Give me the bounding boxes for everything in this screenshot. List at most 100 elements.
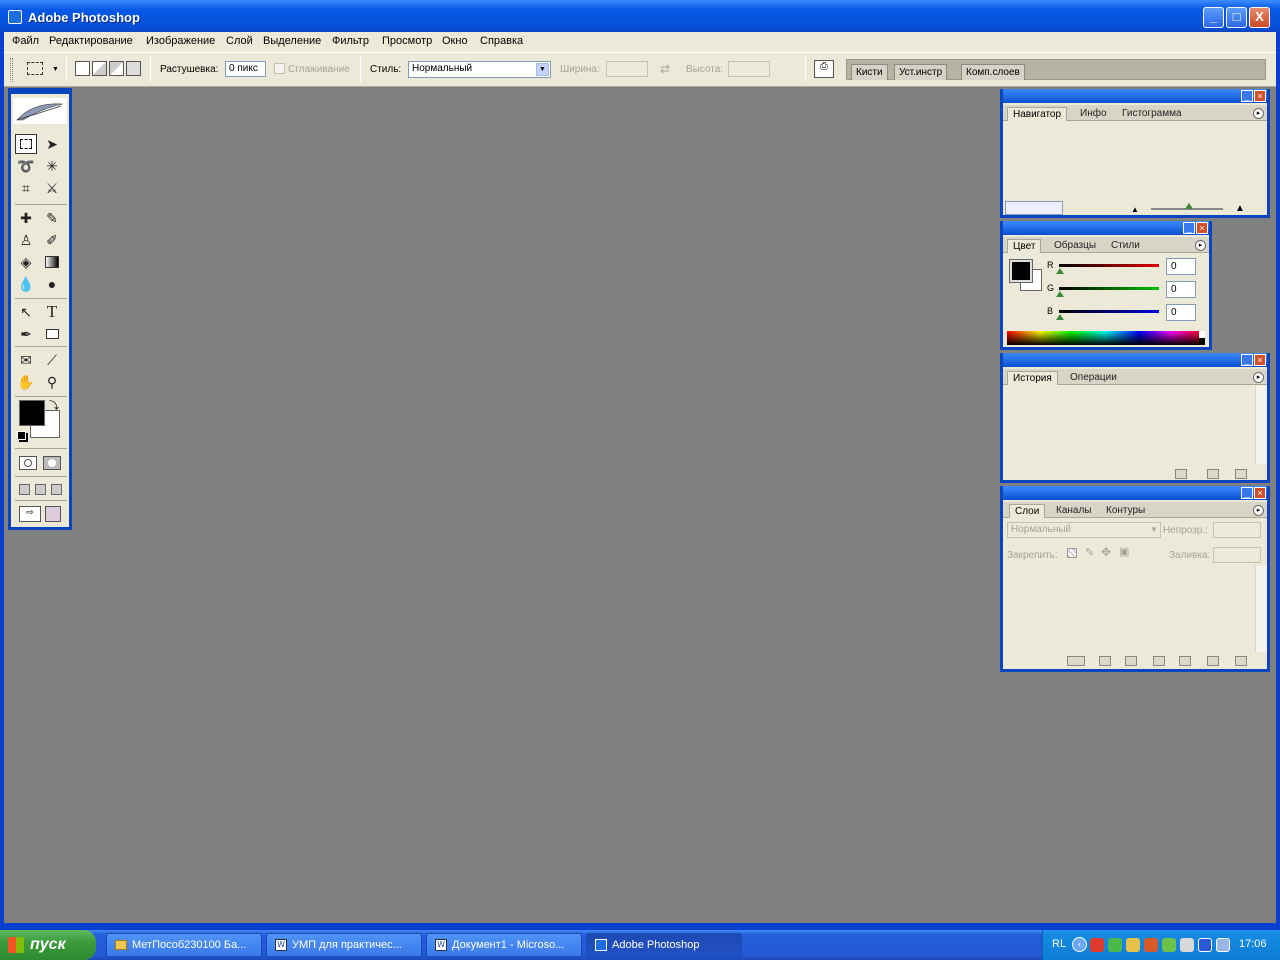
zoom-slider-handle[interactable] (1185, 203, 1193, 209)
zoom-tool-icon[interactable]: ⚲ (41, 372, 63, 392)
panel-title-bar[interactable]: _ × (1003, 221, 1209, 235)
color-ramp[interactable] (1007, 331, 1205, 345)
tab-info[interactable]: Инфо (1075, 107, 1112, 121)
tray-app-icon[interactable] (1180, 938, 1194, 952)
zoom-out-icon[interactable]: ▲ (1131, 205, 1139, 214)
green-slider[interactable] (1059, 287, 1159, 290)
tab-channels[interactable]: Каналы (1051, 504, 1097, 518)
tab-paths[interactable]: Контуры (1101, 504, 1150, 518)
crop-icon[interactable]: ⌗ (15, 178, 37, 198)
tab-layers[interactable]: Слои (1009, 504, 1046, 518)
menu-help[interactable]: Справка (480, 35, 523, 47)
options-bar-grip[interactable] (10, 58, 13, 82)
move-tool-icon[interactable]: ➤ (41, 134, 63, 154)
title-bar[interactable]: Adobe Photoshop _ □ X (0, 0, 1280, 32)
panel-close-button[interactable]: × (1254, 354, 1266, 366)
panel-title-bar[interactable]: _ × (1003, 486, 1267, 500)
tab-actions[interactable]: Операции (1065, 371, 1122, 385)
well-tab-tool-presets[interactable]: Уст.инстр (894, 64, 948, 80)
menu-select[interactable]: Выделение (263, 35, 321, 47)
menu-layer[interactable]: Слой (226, 35, 253, 47)
brush-icon[interactable]: ✎ (41, 208, 63, 228)
swap-colors-icon[interactable]: ⤵ (49, 397, 59, 412)
lock-transparency-icon[interactable] (1067, 548, 1077, 558)
tab-styles[interactable]: Стили (1106, 239, 1145, 253)
green-slider-handle[interactable] (1056, 291, 1064, 297)
rectangle-shape-icon[interactable] (41, 324, 63, 344)
trash-icon[interactable] (1235, 656, 1247, 666)
start-button[interactable]: пуск (0, 930, 96, 960)
panel-close-button[interactable]: × (1196, 222, 1208, 234)
lock-pixels-icon[interactable]: ✎ (1085, 546, 1094, 559)
rectangular-marquee-icon[interactable] (15, 134, 37, 154)
taskbar-button-photoshop[interactable]: Adobe Photoshop (586, 933, 742, 957)
foreground-color-swatch[interactable] (19, 400, 45, 426)
trash-icon[interactable] (1235, 469, 1247, 479)
taskbar-button-word-2[interactable]: W Документ1 - Microso... (426, 933, 582, 957)
photoshop-feather-logo[interactable] (13, 98, 67, 124)
intersect-selection-icon[interactable] (126, 61, 141, 76)
tab-navigator[interactable]: Навигатор (1007, 107, 1068, 121)
add-selection-icon[interactable] (92, 61, 107, 76)
clone-stamp-icon[interactable]: ♙ (15, 230, 37, 250)
opacity-input[interactable] (1213, 522, 1261, 538)
eyedropper-icon[interactable]: ⟋ (41, 350, 63, 370)
menu-image[interactable]: Изображение (146, 35, 215, 47)
blur-icon[interactable]: 💧 (15, 274, 37, 294)
panel-title-bar[interactable]: _ × (1003, 89, 1267, 103)
lasso-icon[interactable]: ➰ (15, 156, 37, 176)
clock[interactable]: 17:06 (1239, 938, 1267, 950)
layer-style-icon[interactable] (1099, 656, 1111, 666)
blue-value-input[interactable]: 0 (1166, 304, 1196, 321)
subtract-selection-icon[interactable] (109, 61, 124, 76)
pen-icon[interactable]: ✒ (15, 324, 37, 344)
tab-swatches[interactable]: Образцы (1049, 239, 1101, 253)
history-scrollbar[interactable] (1255, 386, 1267, 464)
dodge-icon[interactable]: ● (41, 274, 63, 294)
foreground-color-swatch[interactable] (1009, 259, 1033, 283)
panel-title-bar[interactable]: _ × (1003, 353, 1267, 367)
panel-menu-icon[interactable]: ▸ (1253, 372, 1264, 383)
full-screen-menu-icon[interactable] (35, 484, 46, 495)
tray-app-icon[interactable] (1126, 938, 1140, 952)
menu-view[interactable]: Просмотр (382, 35, 432, 47)
full-screen-icon[interactable] (51, 484, 62, 495)
chevron-down-icon[interactable]: ▼ (536, 63, 549, 76)
well-tab-brushes[interactable]: Кисти (851, 64, 888, 80)
path-selection-icon[interactable]: ↖ (15, 302, 37, 322)
jump-to-imageready-icon[interactable]: ⇨ (19, 506, 41, 522)
eraser-icon[interactable]: ◈ (15, 252, 37, 272)
marquee-preset-icon[interactable] (27, 62, 43, 75)
panel-minimize-button[interactable]: _ (1241, 90, 1253, 102)
chevron-down-icon[interactable]: ▼ (52, 66, 59, 73)
new-selection-icon[interactable] (75, 61, 90, 76)
type-tool-icon[interactable]: T (41, 302, 63, 322)
magic-wand-icon[interactable]: ✳ (41, 156, 63, 176)
new-group-icon[interactable] (1179, 656, 1191, 666)
layer-mask-icon[interactable] (1125, 656, 1137, 666)
swap-icon[interactable]: ⇄ (660, 62, 670, 76)
panel-minimize-button[interactable]: _ (1241, 354, 1253, 366)
default-colors-icon[interactable] (17, 431, 26, 440)
hand-tool-icon[interactable]: ✋ (15, 372, 37, 392)
antialias-checkbox[interactable] (274, 63, 285, 74)
panel-minimize-button[interactable]: _ (1241, 487, 1253, 499)
menu-filter[interactable]: Фильтр (332, 35, 369, 47)
menu-window[interactable]: Окно (442, 35, 468, 47)
layers-scrollbar[interactable] (1255, 566, 1267, 652)
style-select[interactable]: Нормальный ▼ (408, 61, 551, 78)
tab-color[interactable]: Цвет (1007, 239, 1042, 253)
zoom-in-icon[interactable]: ▲ (1235, 203, 1245, 214)
fill-input[interactable] (1213, 547, 1261, 563)
new-document-icon[interactable] (1175, 469, 1187, 479)
tray-app-icon[interactable] (1108, 938, 1122, 952)
blue-slider-handle[interactable] (1056, 314, 1064, 320)
notes-icon[interactable]: ✉ (15, 350, 37, 370)
red-value-input[interactable]: 0 (1166, 258, 1196, 275)
taskbar-button-word-1[interactable]: W УМП для практичес... (266, 933, 422, 957)
lock-all-icon[interactable]: ▣ (1119, 545, 1129, 558)
quick-mask-icon[interactable] (43, 456, 61, 470)
language-indicator[interactable]: RL (1052, 938, 1066, 950)
panel-menu-icon[interactable]: ▸ (1253, 108, 1264, 119)
green-value-input[interactable]: 0 (1166, 281, 1196, 298)
